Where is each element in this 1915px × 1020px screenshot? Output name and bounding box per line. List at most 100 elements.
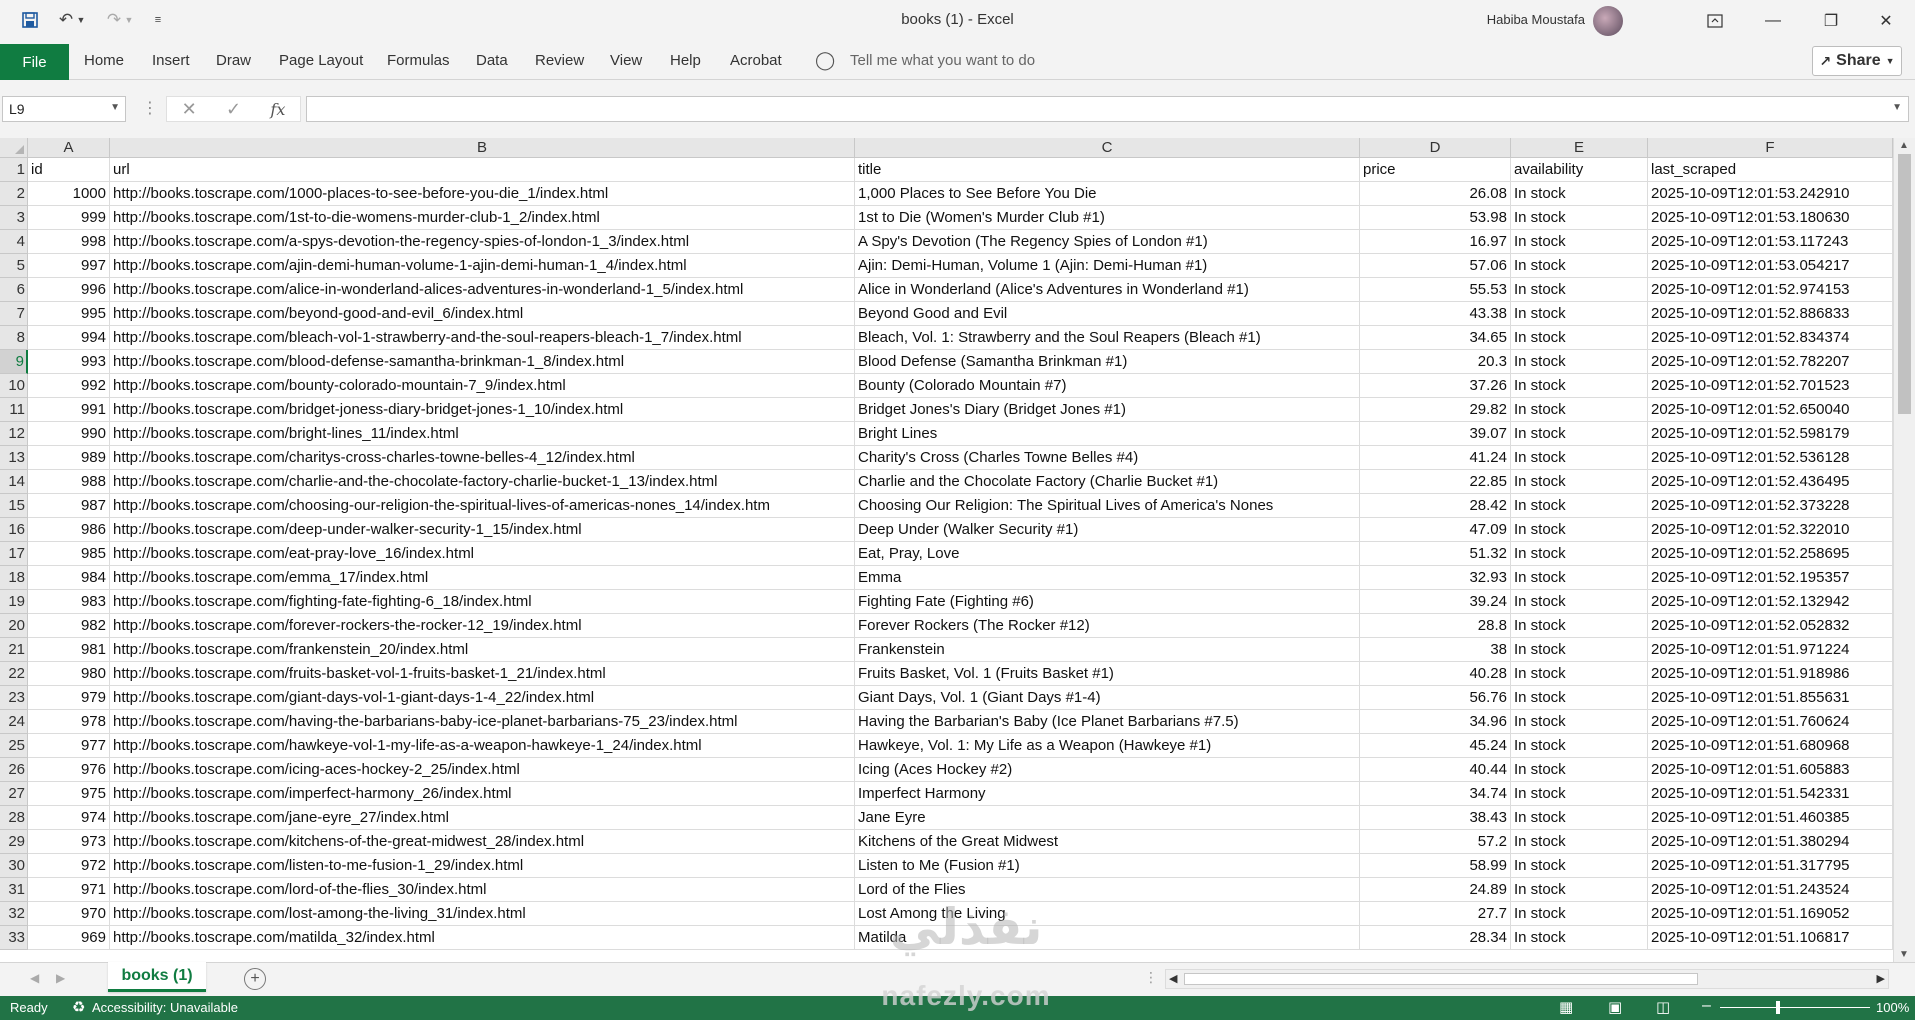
cell-col-d-price[interactable]: 27.7: [1360, 902, 1511, 926]
cell-col-c-title[interactable]: Beyond Good and Evil: [855, 302, 1360, 326]
expand-formula-bar-icon[interactable]: ▼: [1892, 102, 1902, 113]
cell-col-f-last-scraped[interactable]: 2025-10-09T12:01:52.598179: [1648, 422, 1893, 446]
cell-col-b-url[interactable]: http://books.toscrape.com/choosing-our-r…: [110, 494, 855, 518]
cell-col-d-price[interactable]: 26.08: [1360, 182, 1511, 206]
zoom-level[interactable]: 100%: [1876, 1000, 1909, 1015]
cell-col-e-availability[interactable]: In stock: [1511, 758, 1648, 782]
cell-col-e-availability[interactable]: In stock: [1511, 518, 1648, 542]
cell-col-c-title[interactable]: Bridget Jones's Diary (Bridget Jones #1): [855, 398, 1360, 422]
row-header[interactable]: 9: [0, 350, 28, 374]
cell-col-c-title[interactable]: Listen to Me (Fusion #1): [855, 854, 1360, 878]
cell-col-f-last-scraped[interactable]: 2025-10-09T12:01:51.971224: [1648, 638, 1893, 662]
cell-col-c-title[interactable]: Deep Under (Walker Security #1): [855, 518, 1360, 542]
cell-col-e-availability[interactable]: In stock: [1511, 254, 1648, 278]
row-header[interactable]: 14: [0, 470, 28, 494]
avatar[interactable]: [1593, 6, 1623, 36]
cell-col-b-url[interactable]: url: [110, 158, 855, 182]
cell-col-d-price[interactable]: 29.82: [1360, 398, 1511, 422]
redo-dropdown-icon[interactable]: ▼: [122, 6, 136, 34]
row-header[interactable]: 23: [0, 686, 28, 710]
row-header[interactable]: 32: [0, 902, 28, 926]
cell-col-d-price[interactable]: 37.26: [1360, 374, 1511, 398]
cell-col-a-id[interactable]: 996: [28, 278, 110, 302]
cell-col-e-availability[interactable]: In stock: [1511, 614, 1648, 638]
cell-col-a-id[interactable]: 980: [28, 662, 110, 686]
column-header-c[interactable]: C: [855, 138, 1360, 158]
cell-col-c-title[interactable]: Choosing Our Religion: The Spiritual Liv…: [855, 494, 1360, 518]
tab-formulas[interactable]: Formulas: [387, 52, 450, 69]
cell-col-a-id[interactable]: id: [28, 158, 110, 182]
cell-col-a-id[interactable]: 978: [28, 710, 110, 734]
cell-col-a-id[interactable]: 999: [28, 206, 110, 230]
horizontal-scroll-thumb[interactable]: [1184, 973, 1698, 985]
tell-me-search[interactable]: Tell me what you want to do: [850, 52, 1035, 69]
cell-col-b-url[interactable]: http://books.toscrape.com/hawkeye-vol-1-…: [110, 734, 855, 758]
row-header[interactable]: 18: [0, 566, 28, 590]
cell-col-e-availability[interactable]: In stock: [1511, 374, 1648, 398]
cell-col-c-title[interactable]: Lost Among the Living: [855, 902, 1360, 926]
lightbulb-icon[interactable]: ◯: [815, 50, 835, 71]
cell-col-a-id[interactable]: 985: [28, 542, 110, 566]
cell-col-b-url[interactable]: http://books.toscrape.com/lord-of-the-fl…: [110, 878, 855, 902]
cell-col-d-price[interactable]: 28.8: [1360, 614, 1511, 638]
cell-col-e-availability[interactable]: In stock: [1511, 638, 1648, 662]
cell-col-d-price[interactable]: 55.53: [1360, 278, 1511, 302]
cell-col-a-id[interactable]: 991: [28, 398, 110, 422]
cell-col-c-title[interactable]: Hawkeye, Vol. 1: My Life as a Weapon (Ha…: [855, 734, 1360, 758]
row-header[interactable]: 27: [0, 782, 28, 806]
cell-col-a-id[interactable]: 979: [28, 686, 110, 710]
tab-file[interactable]: File: [0, 44, 69, 80]
cell-col-f-last-scraped[interactable]: 2025-10-09T12:01:51.243524: [1648, 878, 1893, 902]
cell-col-c-title[interactable]: Charity's Cross (Charles Towne Belles #4…: [855, 446, 1360, 470]
cell-col-c-title[interactable]: Kitchens of the Great Midwest: [855, 830, 1360, 854]
cell-col-c-title[interactable]: Forever Rockers (The Rocker #12): [855, 614, 1360, 638]
column-header-f[interactable]: F: [1648, 138, 1893, 158]
cell-col-e-availability[interactable]: In stock: [1511, 830, 1648, 854]
cell-col-f-last-scraped[interactable]: 2025-10-09T12:01:52.701523: [1648, 374, 1893, 398]
enter-check-icon[interactable]: ✓: [226, 99, 241, 120]
cancel-icon[interactable]: ✕: [182, 99, 197, 120]
cell-col-d-price[interactable]: 28.34: [1360, 926, 1511, 950]
cell-col-c-title[interactable]: Jane Eyre: [855, 806, 1360, 830]
cell-col-e-availability[interactable]: In stock: [1511, 902, 1648, 926]
cell-col-c-title[interactable]: title: [855, 158, 1360, 182]
cell-col-e-availability[interactable]: availability: [1511, 158, 1648, 182]
cell-col-c-title[interactable]: Bright Lines: [855, 422, 1360, 446]
name-box[interactable]: L9 ▼: [2, 96, 126, 122]
cell-col-a-id[interactable]: 973: [28, 830, 110, 854]
cell-col-d-price[interactable]: 53.98: [1360, 206, 1511, 230]
cell-col-f-last-scraped[interactable]: 2025-10-09T12:01:51.542331: [1648, 782, 1893, 806]
row-header[interactable]: 20: [0, 614, 28, 638]
cell-col-d-price[interactable]: 45.24: [1360, 734, 1511, 758]
row-header[interactable]: 29: [0, 830, 28, 854]
cell-col-c-title[interactable]: Bounty (Colorado Mountain #7): [855, 374, 1360, 398]
cell-col-e-availability[interactable]: In stock: [1511, 878, 1648, 902]
cell-col-e-availability[interactable]: In stock: [1511, 206, 1648, 230]
vertical-scroll-thumb[interactable]: [1898, 154, 1911, 414]
cell-col-f-last-scraped[interactable]: last_scraped: [1648, 158, 1893, 182]
cell-col-d-price[interactable]: 20.3: [1360, 350, 1511, 374]
cell-col-a-id[interactable]: 1000: [28, 182, 110, 206]
cell-col-c-title[interactable]: Charlie and the Chocolate Factory (Charl…: [855, 470, 1360, 494]
cell-col-c-title[interactable]: Imperfect Harmony: [855, 782, 1360, 806]
tab-review[interactable]: Review: [535, 52, 584, 69]
row-header[interactable]: 21: [0, 638, 28, 662]
ribbon-display-options-icon[interactable]: [1686, 0, 1744, 42]
zoom-slider-thumb[interactable]: [1776, 1001, 1780, 1014]
cell-col-f-last-scraped[interactable]: 2025-10-09T12:01:51.918986: [1648, 662, 1893, 686]
cell-col-b-url[interactable]: http://books.toscrape.com/ajin-demi-huma…: [110, 254, 855, 278]
cell-col-e-availability[interactable]: In stock: [1511, 734, 1648, 758]
column-header-a[interactable]: A: [28, 138, 110, 158]
select-all-button[interactable]: [0, 138, 28, 158]
tab-data[interactable]: Data: [476, 52, 508, 69]
cell-col-a-id[interactable]: 982: [28, 614, 110, 638]
cell-col-f-last-scraped[interactable]: 2025-10-09T12:01:53.242910: [1648, 182, 1893, 206]
add-sheet-icon[interactable]: +: [244, 968, 266, 990]
scroll-right-icon[interactable]: ▶: [1877, 972, 1885, 985]
cell-col-f-last-scraped[interactable]: 2025-10-09T12:01:52.195357: [1648, 566, 1893, 590]
row-header[interactable]: 25: [0, 734, 28, 758]
cell-col-d-price[interactable]: 47.09: [1360, 518, 1511, 542]
cell-col-e-availability[interactable]: In stock: [1511, 662, 1648, 686]
accessibility-icon[interactable]: ♻: [72, 998, 85, 1016]
row-header[interactable]: 1: [0, 158, 28, 182]
